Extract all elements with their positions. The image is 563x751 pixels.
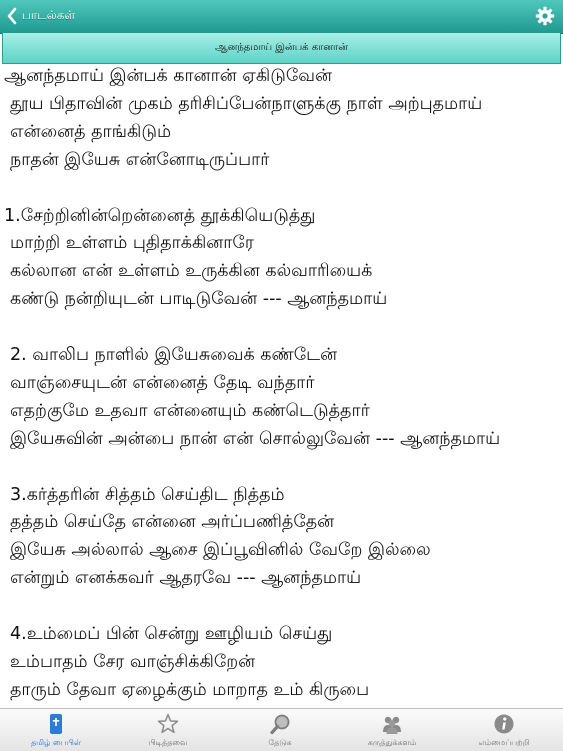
lyric-line: 4.உம்மைப் பின் சென்று ஊழியம் செய்து bbox=[10, 624, 333, 644]
tab-bar: தமிழ் பைபிள் பிடித்தவை தேடுக கருத்துக்கள… bbox=[0, 708, 563, 751]
tab-label: தமிழ் பைபிள் bbox=[30, 738, 82, 747]
lyric-line: 3.கர்த்தரின் சித்தம் செய்திட நித்தம் bbox=[10, 484, 285, 505]
navigation-bar: பாடல்கள் bbox=[0, 0, 563, 34]
lyric-line: கல்லான என் உள்ளம் உருக்கின கல்வாரியைக் bbox=[10, 261, 373, 282]
gear-icon[interactable] bbox=[535, 6, 555, 26]
info-icon bbox=[494, 714, 514, 734]
lyric-line: 2. வாலிப நாளில் இயேசுவைக் கண்டேன் bbox=[10, 345, 338, 365]
lyric-line: தத்தம் செய்தே என்னை அர்ப்பணித்தேன் bbox=[10, 512, 335, 533]
lyric-line: தூய பிதாவின் முகம் தரிசிப்பேன்நாளுக்கு ந… bbox=[10, 93, 483, 114]
tab-about[interactable]: எம்மைப்பற்றி bbox=[448, 709, 560, 751]
tab-tamil-bible[interactable]: தமிழ் பைபிள் bbox=[0, 709, 112, 751]
lyric-line: தாரும் தேவா ஏழைக்கும் மாறாத உம் கிருபை bbox=[10, 679, 370, 700]
lyric-line: இயேசு அல்லால் ஆசை இப்பூவினில் வேறே இல்லை bbox=[10, 540, 431, 561]
lyric-line: 1.சேற்றினின்றென்னைத் தூக்கியெடுத்து bbox=[4, 205, 316, 226]
lyric-line: எதற்குமே உதவா என்னையும் கண்டெடுத்தார் bbox=[10, 400, 370, 421]
people-icon bbox=[383, 716, 401, 734]
lyric-line: உம்பாதம் சேர வாஞ்சிக்கிறேன் bbox=[10, 651, 256, 672]
lyrics-view[interactable]: ஆனந்தமாய் இன்பக் கானான் ஏகிடுவேன் தூய பி… bbox=[0, 64, 563, 710]
lyric-line: மாற்றி உள்ளம் புதிதாக்கினாரே bbox=[10, 233, 254, 254]
tab-forum[interactable]: கருத்துக்களம் bbox=[336, 709, 448, 751]
lyric-line: என்றும் எனக்கவர் ஆதரவே --- ஆனந்தமாய் bbox=[10, 568, 362, 589]
lyric-line: கண்டு நன்றியுடன் பாடிடுவேன் --- ஆனந்தமாய… bbox=[10, 289, 388, 310]
lyric-line: வாஞ்சையுடன் என்னைத் தேடி வந்தார் bbox=[10, 372, 315, 393]
back-button[interactable]: பாடல்கள் bbox=[6, 6, 75, 26]
lyric-line: ஆனந்தமாய் இன்பக் கானான் ஏகிடுவேன் bbox=[4, 66, 332, 86]
lyric-line: இயேசுவின் அன்பை நான் என் சொல்லுவேன் --- … bbox=[10, 428, 501, 449]
chevron-left-icon bbox=[7, 7, 17, 25]
bible-icon bbox=[50, 714, 62, 734]
magnifier-icon bbox=[270, 714, 290, 735]
tab-search[interactable]: தேடுக bbox=[224, 709, 336, 751]
back-button-label: பாடல்கள் bbox=[22, 8, 76, 22]
tab-label: கருத்துக்களம் bbox=[367, 738, 417, 747]
lyric-line: நாதன் இயேசு என்னோடிருப்பார் bbox=[10, 149, 270, 170]
song-title-bar: ஆனந்தமாய் இன்பக் கானான் bbox=[2, 33, 561, 64]
tab-favorites[interactable]: பிடித்தவை bbox=[112, 709, 224, 751]
lyric-line: என்னைத் தாங்கிடும் bbox=[10, 121, 172, 142]
tab-label: பிடித்தவை bbox=[148, 738, 188, 747]
tab-label: எம்மைப்பற்றி bbox=[478, 738, 530, 747]
tab-label: தேடுக bbox=[268, 738, 292, 747]
star-icon bbox=[157, 713, 179, 734]
song-title: ஆனந்தமாய் இன்பக் கானான் bbox=[215, 42, 348, 53]
